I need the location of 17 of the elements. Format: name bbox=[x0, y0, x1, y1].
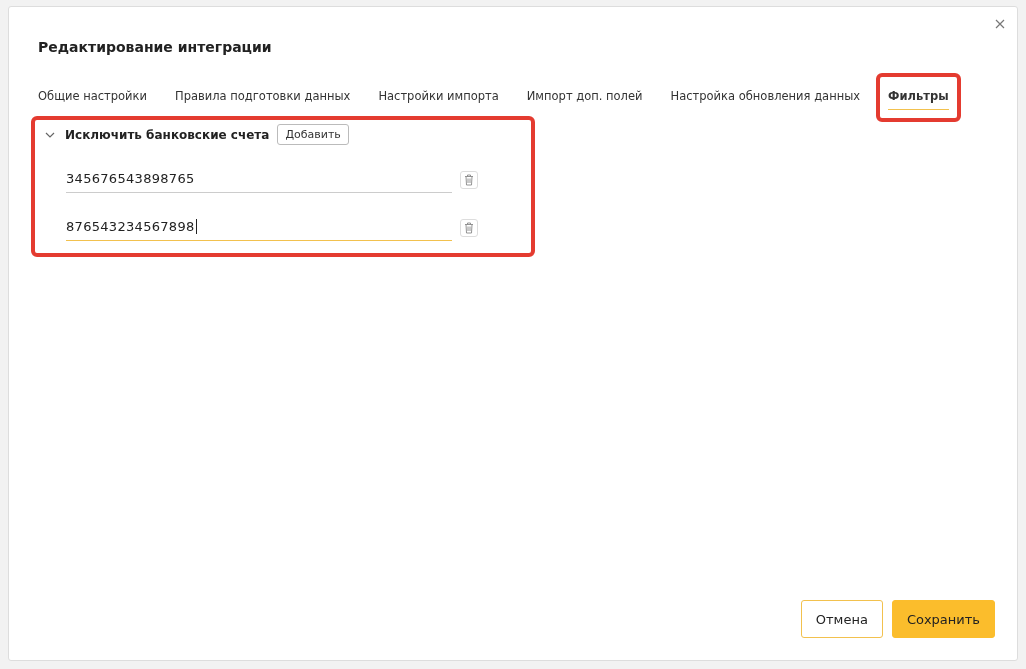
trash-icon[interactable] bbox=[460, 219, 478, 237]
tab[interactable]: Общие настройки bbox=[38, 89, 147, 110]
dialog-title: Редактирование интеграции bbox=[38, 39, 273, 55]
input-field[interactable]: 345676543898765 bbox=[66, 167, 452, 193]
section-title: Исключить банковские счета bbox=[65, 127, 270, 142]
tab[interactable]: Импорт доп. полей bbox=[526, 89, 643, 110]
tab[interactable]: Правила подготовки данных bbox=[175, 89, 351, 110]
tab[interactable]: Фильтры bbox=[888, 89, 949, 110]
add-button[interactable]: Добавить bbox=[277, 124, 349, 145]
tab[interactable]: Настройки импорта bbox=[378, 89, 499, 110]
chevron-icon[interactable] bbox=[45, 131, 55, 138]
close-icon[interactable] bbox=[995, 19, 1005, 29]
trash-icon[interactable] bbox=[460, 171, 478, 189]
cancel-button[interactable]: Отмена bbox=[800, 600, 883, 638]
tab[interactable]: Настройка обновления данных bbox=[670, 89, 861, 110]
input-field[interactable]: 876543234567898 bbox=[66, 215, 452, 241]
save-button[interactable]: Сохранить bbox=[891, 600, 995, 638]
